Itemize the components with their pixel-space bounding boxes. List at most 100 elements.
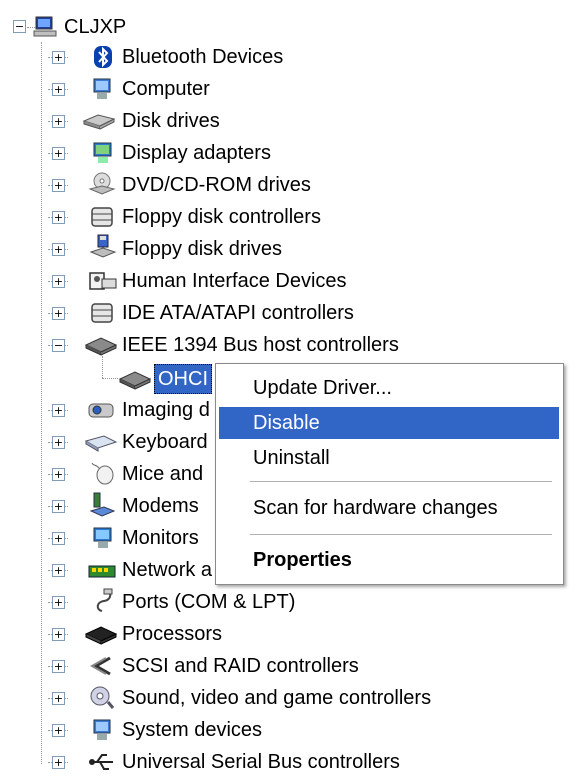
tree-node-label: Processors	[122, 623, 223, 645]
expand-icon[interactable]: +	[52, 564, 65, 577]
collapse-icon[interactable]: −	[52, 339, 65, 352]
menu-item-scan-hardware[interactable]: Scan for hardware changes	[219, 492, 559, 524]
menu-item-disable[interactable]: Disable	[219, 407, 559, 439]
tree-node-disk-drives[interactable]: + Disk drives	[0, 106, 320, 136]
expand-icon[interactable]: +	[52, 660, 65, 673]
expand-icon[interactable]: +	[52, 51, 65, 64]
tree-node-computer[interactable]: + Computer	[0, 74, 320, 104]
port-icon	[90, 588, 116, 613]
modem-icon	[88, 492, 116, 517]
expand-icon[interactable]: +	[52, 468, 65, 481]
expand-icon[interactable]: +	[52, 436, 65, 449]
menu-item-label: Uninstall	[253, 447, 330, 469]
tree-node-network[interactable]: + Network a	[0, 555, 215, 585]
menu-separator	[250, 481, 552, 482]
expand-icon[interactable]: +	[52, 724, 65, 737]
tree-node-modems[interactable]: + Modems	[0, 491, 215, 521]
expand-icon[interactable]: +	[52, 307, 65, 320]
expand-icon[interactable]: +	[52, 179, 65, 192]
context-menu: Update Driver... Disable Uninstall Scan …	[215, 363, 564, 585]
tree-node-label: Floppy disk drives	[122, 238, 283, 260]
menu-item-label: Update Driver...	[253, 377, 392, 399]
expand-icon[interactable]: +	[52, 756, 65, 769]
tree-node-ieee1394[interactable]: − IEEE 1394 Bus host controllers	[0, 330, 440, 360]
tree-node-label: Sound, video and game controllers	[122, 687, 432, 709]
tree-node-root[interactable]: − CLJXP	[0, 12, 200, 42]
tree-node-monitors[interactable]: + Monitors	[0, 523, 215, 553]
tree-node-floppy-controllers[interactable]: + Floppy disk controllers	[0, 202, 360, 232]
expand-icon[interactable]: +	[52, 500, 65, 513]
menu-item-update-driver[interactable]: Update Driver...	[219, 372, 559, 404]
expand-icon[interactable]: +	[52, 211, 65, 224]
controller-icon	[88, 205, 116, 229]
chip-icon	[84, 333, 118, 357]
tree-node-usb[interactable]: + Universal Serial Bus controllers	[0, 747, 440, 777]
expand-icon[interactable]: +	[52, 115, 65, 128]
expand-icon[interactable]: +	[52, 628, 65, 641]
menu-item-properties[interactable]: Properties	[219, 544, 559, 576]
expand-icon[interactable]: +	[52, 404, 65, 417]
tree-node-label: Computer	[122, 78, 210, 100]
tree-node-system-devices[interactable]: + System devices	[0, 715, 320, 745]
expand-icon[interactable]: +	[52, 532, 65, 545]
tree-node-keyboards[interactable]: + Keyboard	[0, 427, 215, 457]
tree-node-label: Modems	[122, 495, 199, 517]
tree-node-label: IEEE 1394 Bus host controllers	[122, 334, 399, 356]
floppy-drive-icon	[89, 234, 117, 259]
tree-node-label: CLJXP	[64, 16, 127, 38]
tree-node-label: Human Interface Devices	[122, 270, 347, 292]
tree-node-label: IDE ATA/ATAPI controllers	[122, 302, 354, 324]
tree-node-label: Monitors	[122, 527, 199, 549]
hid-icon	[88, 269, 118, 293]
tree-node-label: Ports (COM & LPT)	[122, 591, 296, 613]
expand-icon[interactable]: +	[52, 83, 65, 96]
tree-node-label: Display adapters	[122, 142, 271, 164]
expand-icon[interactable]: +	[52, 275, 65, 288]
tree-node-label: SCSI and RAID controllers	[122, 655, 359, 677]
tree-node-ide[interactable]: + IDE ATA/ATAPI controllers	[0, 298, 400, 328]
display-adapter-icon	[91, 141, 115, 165]
tree-node-label: Universal Serial Bus controllers	[122, 751, 400, 773]
bluetooth-icon	[91, 45, 115, 69]
computer-icon	[33, 14, 57, 38]
disk-drive-icon	[82, 109, 116, 133]
tree-node-ohci[interactable]: OHCI	[0, 364, 240, 394]
menu-item-label: Disable	[253, 412, 320, 434]
menu-separator	[250, 534, 552, 535]
network-icon	[87, 560, 117, 584]
tree-node-sound[interactable]: + Sound, video and game controllers	[0, 683, 480, 713]
system-icon	[91, 718, 115, 742]
usb-icon	[88, 750, 116, 774]
tree-node-display-adapters[interactable]: + Display adapters	[0, 138, 320, 168]
monitor-icon	[91, 526, 115, 550]
expand-icon[interactable]: +	[52, 147, 65, 160]
scsi-icon	[88, 654, 116, 678]
controller-icon	[88, 301, 116, 325]
tree-node-scsi[interactable]: + SCSI and RAID controllers	[0, 651, 420, 681]
menu-item-label: Properties	[253, 549, 352, 571]
tree-node-floppy-drives[interactable]: + Floppy disk drives	[0, 234, 340, 264]
collapse-icon[interactable]: −	[13, 20, 26, 33]
tree-node-processors[interactable]: + Processors	[0, 619, 340, 649]
tree-node-bluetooth[interactable]: + Bluetooth Devices	[0, 42, 320, 72]
tree-node-label: Mice and	[122, 463, 204, 485]
tree-node-label: OHCI	[154, 364, 212, 394]
expand-icon[interactable]: +	[52, 243, 65, 256]
menu-item-label: Scan for hardware changes	[253, 497, 498, 519]
tree-node-label: System devices	[122, 719, 263, 741]
expand-icon[interactable]: +	[52, 692, 65, 705]
tree-node-label: DVD/CD-ROM drives	[122, 174, 311, 196]
chip-icon	[118, 367, 152, 391]
mouse-icon	[90, 461, 116, 485]
tree-node-label: Imaging d	[122, 399, 210, 421]
tree-node-label: Floppy disk controllers	[122, 206, 321, 228]
expand-icon[interactable]: +	[52, 596, 65, 609]
tree-node-hid[interactable]: + Human Interface Devices	[0, 266, 380, 296]
menu-item-uninstall[interactable]: Uninstall	[219, 442, 559, 474]
tree-node-dvd-cd-rom[interactable]: + DVD/CD-ROM drives	[0, 170, 340, 200]
tree-node-label: Bluetooth Devices	[122, 46, 284, 68]
tree-node-mice[interactable]: + Mice and	[0, 459, 215, 489]
tree-node-ports[interactable]: + Ports (COM & LPT)	[0, 587, 340, 617]
tree-node-label: Keyboard	[122, 431, 208, 453]
tree-node-imaging[interactable]: + Imaging d	[0, 395, 215, 425]
